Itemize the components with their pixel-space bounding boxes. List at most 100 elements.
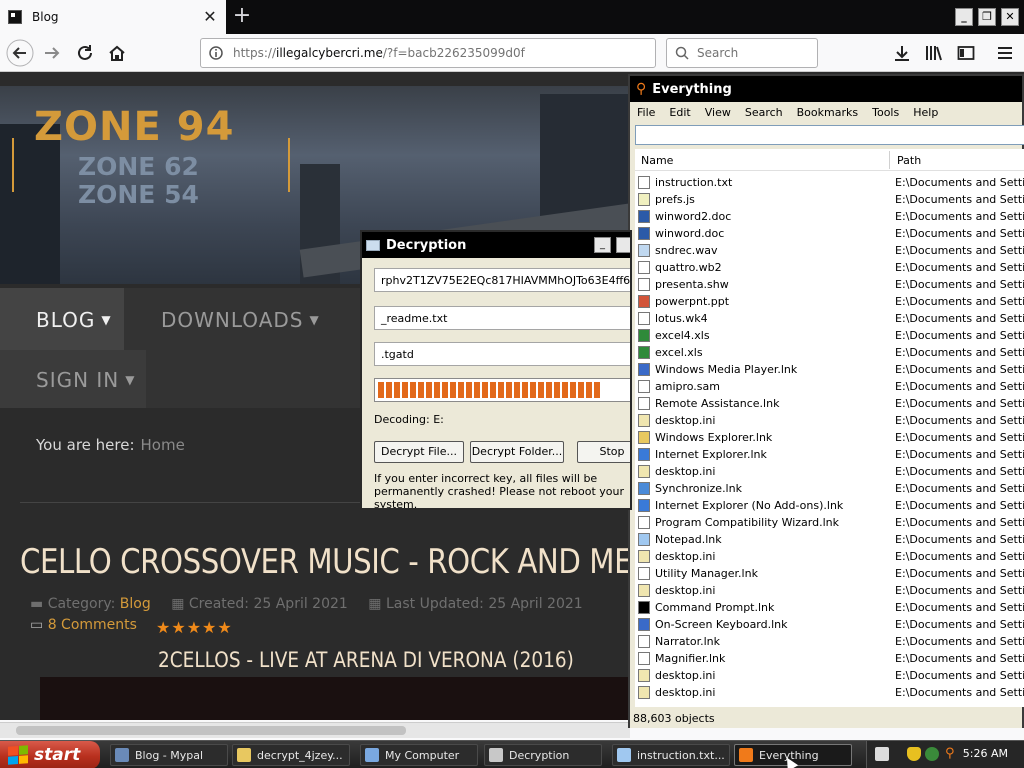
result-row[interactable]: prefs.js E:\Documents and Settings — [635, 191, 1024, 208]
security-shield-icon[interactable] — [907, 747, 921, 761]
result-row[interactable]: Windows Explorer.lnk E:\Documents and Set… — [635, 429, 1024, 446]
minimize-button[interactable]: _ — [955, 8, 973, 26]
search-bar[interactable]: Search — [666, 38, 818, 68]
result-row[interactable]: Windows Media Player.lnk E:\Documents and… — [635, 361, 1024, 378]
nav-item-blog[interactable]: BLOG ▼ — [0, 288, 124, 352]
column-name[interactable]: Name — [641, 154, 673, 167]
decrypt-folder-button[interactable]: Decrypt Folder... — [470, 441, 564, 463]
menu-search[interactable]: Search — [745, 106, 783, 119]
menu-file[interactable]: File — [637, 106, 655, 119]
video-embed[interactable] — [40, 677, 640, 720]
maximize-button[interactable] — [616, 237, 630, 253]
menu-edit[interactable]: Edit — [669, 106, 690, 119]
key-field[interactable]: rphv2T1ZV75E2EQc817HIAVMMhOJTo63E4ff61Ia — [374, 268, 630, 292]
menu-tools[interactable]: Tools — [872, 106, 899, 119]
result-path: E:\Documents and Settings — [895, 227, 1024, 240]
everything-titlebar[interactable]: ⚲ Everything — [630, 76, 1022, 102]
rating-stars[interactable]: ★★★★★ — [156, 618, 233, 637]
result-row[interactable]: lotus.wk4 E:\Documents and Settings — [635, 310, 1024, 327]
result-row[interactable]: instruction.txt E:\Documents and Settings — [635, 174, 1024, 191]
clock[interactable]: 5:26 AM — [963, 747, 1008, 760]
calendar-icon: ▦ — [368, 596, 382, 612]
new-tab-button[interactable]: + — [230, 3, 254, 29]
taskbar-button[interactable]: decrypt_4jzey... — [232, 744, 350, 766]
comments-link[interactable]: ▭ 8 Comments — [30, 617, 137, 633]
keyboard-icon[interactable] — [875, 747, 889, 761]
result-row[interactable]: winword.doc E:\Documents and Settings — [635, 225, 1024, 242]
magnifier-icon[interactable]: ⚲ — [945, 747, 959, 761]
horizontal-scrollbar[interactable] — [0, 722, 630, 738]
article-title[interactable]: CELLO CROSSOVER MUSIC - ROCK AND METAL — [20, 542, 683, 582]
navigation-toolbar: https://illegalcybercri.me/?f=bacb226235… — [0, 34, 1024, 72]
result-row[interactable]: desktop.ini E:\Documents and Settings — [635, 667, 1024, 684]
result-row[interactable]: powerpnt.ppt E:\Documents and Settings — [635, 293, 1024, 310]
category-link[interactable]: Blog — [120, 596, 151, 612]
result-row[interactable]: Utility Manager.lnk E:\Documents and Sett… — [635, 565, 1024, 582]
menu-button[interactable] — [991, 39, 1019, 67]
result-row[interactable]: quattro.wb2 E:\Documents and Settings — [635, 259, 1024, 276]
result-row[interactable]: Synchronize.lnk E:\Documents and Settings — [635, 480, 1024, 497]
result-row[interactable]: desktop.ini E:\Documents and Settings — [635, 684, 1024, 701]
result-path: E:\Documents and Settings — [895, 482, 1024, 495]
minimize-button[interactable]: _ — [594, 237, 611, 253]
tools-icon — [489, 748, 503, 762]
url-protocol: https:// — [233, 46, 277, 60]
sidebar-button[interactable] — [952, 39, 980, 67]
nav-label: DOWNLOADS — [161, 308, 304, 332]
browser-tab-blog[interactable]: Blog ✕ — [0, 0, 226, 34]
decrypt-file-button[interactable]: Decrypt File... — [374, 441, 464, 463]
readme-field[interactable]: _readme.txt — [374, 306, 630, 330]
taskbar-button[interactable]: Blog - Mypal — [110, 744, 228, 766]
library-button[interactable] — [920, 39, 948, 67]
result-row[interactable]: Remote Assistance.lnk E:\Documents and Se… — [635, 395, 1024, 412]
everything-search-input[interactable] — [635, 125, 1024, 145]
taskbar-button[interactable]: instruction.txt... — [612, 744, 730, 766]
downloads-button[interactable] — [888, 39, 916, 67]
result-row[interactable]: winword2.doc E:\Documents and Settings — [635, 208, 1024, 225]
taskbar-button[interactable]: My Computer — [360, 744, 478, 766]
reload-button[interactable] — [71, 39, 99, 67]
nav-item-sign-in[interactable]: SIGN IN ▼ — [0, 350, 146, 408]
scrollbar-thumb[interactable] — [16, 726, 406, 735]
menu-bookmarks[interactable]: Bookmarks — [797, 106, 858, 119]
result-row[interactable]: Program Compatibility Wizard.lnk E:\Docum… — [635, 514, 1024, 531]
url-bar[interactable]: https://illegalcybercri.me/?f=bacb226235… — [200, 38, 656, 68]
result-row[interactable]: excel.xls E:\Documents and Settings — [635, 344, 1024, 361]
decryption-titlebar[interactable]: Decryption — [362, 232, 630, 258]
result-row[interactable]: desktop.ini E:\Documents and Settings — [635, 463, 1024, 480]
menu-help[interactable]: Help — [913, 106, 938, 119]
result-row[interactable]: desktop.ini E:\Documents and Settings — [635, 548, 1024, 565]
forward-button[interactable] — [38, 39, 66, 67]
result-row[interactable]: Magnifier.lnk E:\Documents and Settings — [635, 650, 1024, 667]
site-logo-title[interactable]: ZONE 94 — [34, 104, 234, 150]
result-row[interactable]: On-Screen Keyboard.lnk E:\Documents and S… — [635, 616, 1024, 633]
result-name: amipro.sam — [655, 380, 720, 393]
result-row[interactable]: Internet Explorer (No Add-ons).lnk E:\Doc… — [635, 497, 1024, 514]
result-row[interactable]: Command Prompt.lnk E:\Documents and Setti… — [635, 599, 1024, 616]
network-icon[interactable] — [925, 747, 939, 761]
result-row[interactable]: Narrator.lnk E:\Documents and Settings — [635, 633, 1024, 650]
result-row[interactable]: excel4.xls E:\Documents and Settings — [635, 327, 1024, 344]
result-row[interactable]: Notepad.lnk E:\Documents and Settings — [635, 531, 1024, 548]
result-row[interactable]: desktop.ini E:\Documents and Settings — [635, 412, 1024, 429]
column-divider[interactable] — [889, 151, 890, 169]
result-row[interactable]: amipro.sam E:\Documents and Settings — [635, 378, 1024, 395]
nav-item-downloads[interactable]: DOWNLOADS ▼ — [124, 288, 320, 352]
restore-button[interactable]: ❐ — [978, 8, 996, 26]
back-button[interactable] — [6, 39, 34, 67]
stop-button[interactable]: Stop — [577, 441, 630, 463]
column-path[interactable]: Path — [897, 154, 921, 167]
close-tab-icon[interactable]: ✕ — [202, 9, 218, 25]
start-button[interactable]: start — [0, 741, 100, 768]
menu-view[interactable]: View — [705, 106, 731, 119]
close-window-button[interactable]: ✕ — [1001, 8, 1019, 26]
result-row[interactable]: presenta.shw E:\Documents and Settings — [635, 276, 1024, 293]
taskbar-button[interactable]: Decryption — [484, 744, 602, 766]
result-row[interactable]: desktop.ini E:\Documents and Settings — [635, 582, 1024, 599]
result-row[interactable]: sndrec.wav E:\Documents and Settings — [635, 242, 1024, 259]
result-row[interactable]: Internet Explorer.lnk E:\Documents and Se… — [635, 446, 1024, 463]
result-path: E:\Documents and Settings — [895, 431, 1024, 444]
extension-field[interactable]: .tgatd — [374, 342, 630, 366]
home-button[interactable] — [103, 39, 131, 67]
breadcrumb-home[interactable]: Home — [141, 436, 185, 454]
